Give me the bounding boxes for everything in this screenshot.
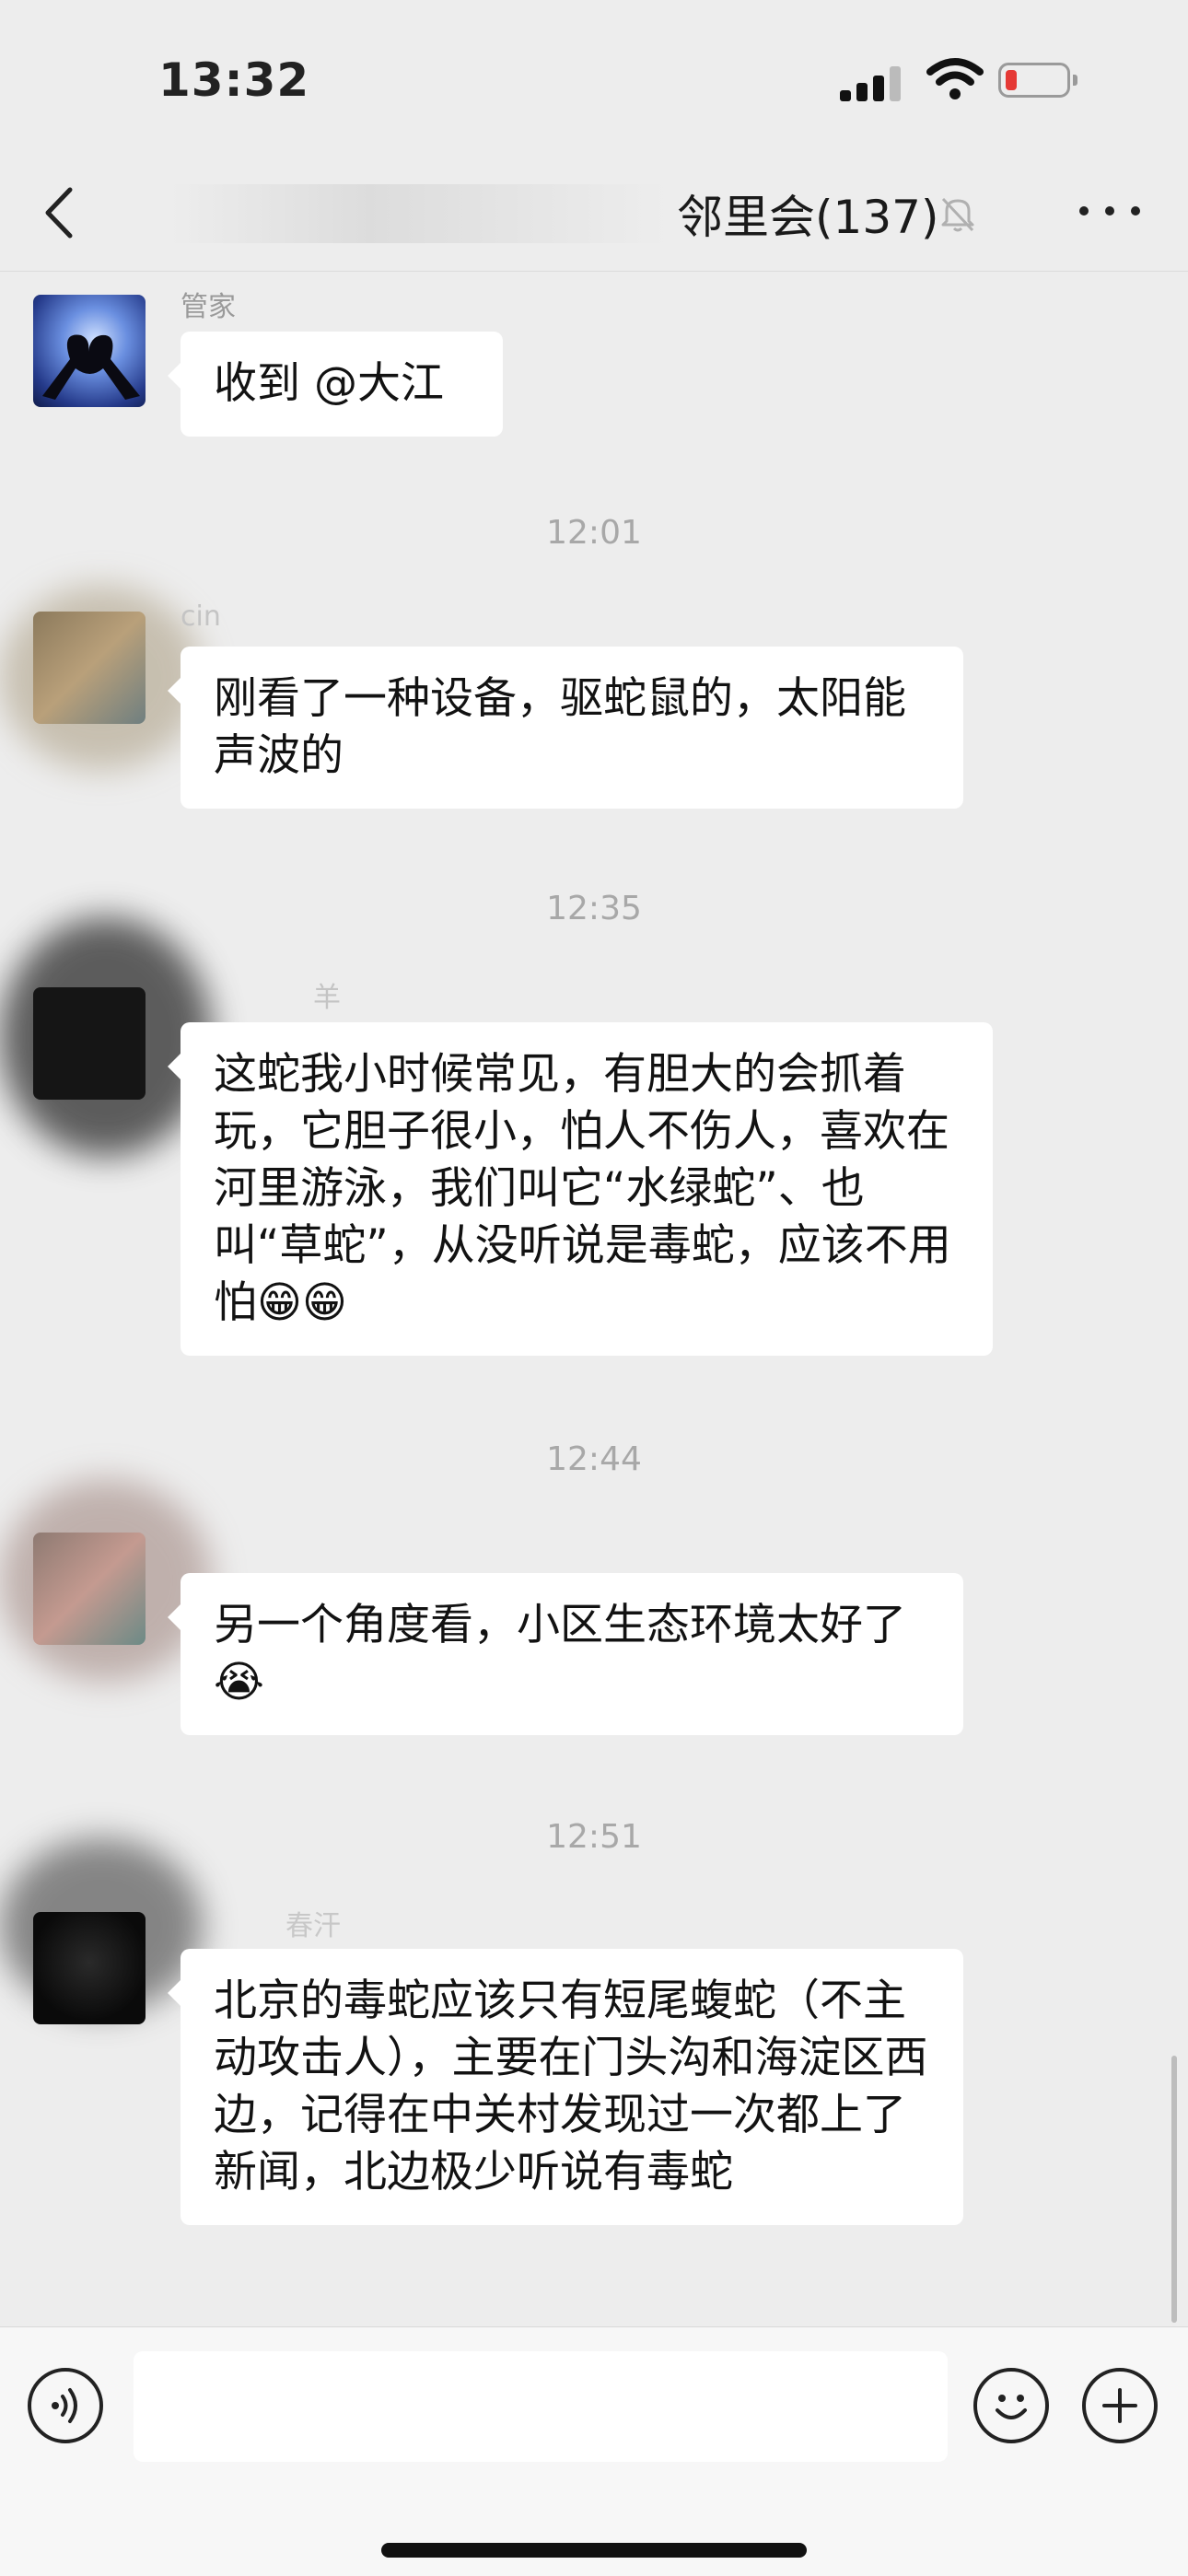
message-input[interactable] — [134, 2351, 948, 2462]
battery-icon — [998, 63, 1077, 98]
message-bubble[interactable]: 收到 @大江 — [168, 332, 503, 437]
avatar[interactable] — [33, 295, 146, 407]
chat-title[interactable]: 邻里会(137) — [677, 181, 938, 247]
status-bar: 13:32 — [0, 0, 1188, 157]
more-actions-button[interactable] — [1082, 2368, 1158, 2443]
bell-slash-icon — [941, 197, 974, 232]
message-bubble[interactable]: 这蛇我小时候常见，有胆大的会抓着玩，它胆子很小，怕人不伤人，喜欢在河里游泳，我们… — [168, 1022, 993, 1356]
avatar[interactable] — [33, 1912, 146, 2024]
heart-hands-icon — [42, 334, 140, 400]
sender-name: 羊 — [313, 982, 341, 1014]
avatar[interactable] — [33, 612, 146, 724]
voice-icon — [52, 2388, 77, 2423]
chat-title-area: 邻里会(137) — [0, 157, 1188, 271]
plus-icon — [1102, 2388, 1137, 2423]
timestamp: 12:01 — [546, 514, 642, 552]
avatar[interactable] — [33, 1533, 146, 1645]
wifi-icon — [926, 58, 984, 99]
timestamp: 12:35 — [546, 890, 642, 927]
timestamp: 12:51 — [546, 1818, 642, 1856]
battery-level — [1006, 70, 1017, 90]
emoji-button[interactable] — [973, 2368, 1049, 2443]
more-options-button[interactable] — [1077, 197, 1142, 225]
message-bubble[interactable]: 刚看了一种设备，驱蛇鼠的，太阳能声波的 — [168, 647, 963, 809]
message-bubble[interactable]: 另一个角度看，小区生态环境太好了😭 — [168, 1573, 963, 1735]
avatar[interactable] — [33, 987, 146, 1100]
home-indicator[interactable] — [381, 2543, 807, 2558]
message-bubble[interactable]: 北京的毒蛇应该只有短尾蝮蛇（不主动攻击人），主要在门头沟和海淀区西边，记得在中关… — [168, 1949, 963, 2225]
timestamp: 12:44 — [546, 1440, 642, 1478]
scrollbar[interactable] — [1171, 2056, 1177, 2323]
status-time: 13:32 — [158, 53, 310, 107]
message-list[interactable]: 管家 收到 @大江 12:01 cin 刚看了一种设备，驱蛇鼠的，太阳能声波的 … — [0, 273, 1188, 2326]
voice-button[interactable] — [28, 2368, 103, 2443]
sender-name: 春汗 — [285, 1910, 341, 1942]
smiley-icon — [996, 2395, 1027, 2419]
chat-header: 邻里会(137) — [0, 157, 1188, 272]
input-bar — [0, 2326, 1188, 2576]
cellular-signal-icon — [840, 66, 904, 101]
redacted-title-prefix — [170, 184, 668, 243]
sender-name: cin — [181, 600, 221, 633]
sender-name: 管家 — [181, 291, 236, 323]
